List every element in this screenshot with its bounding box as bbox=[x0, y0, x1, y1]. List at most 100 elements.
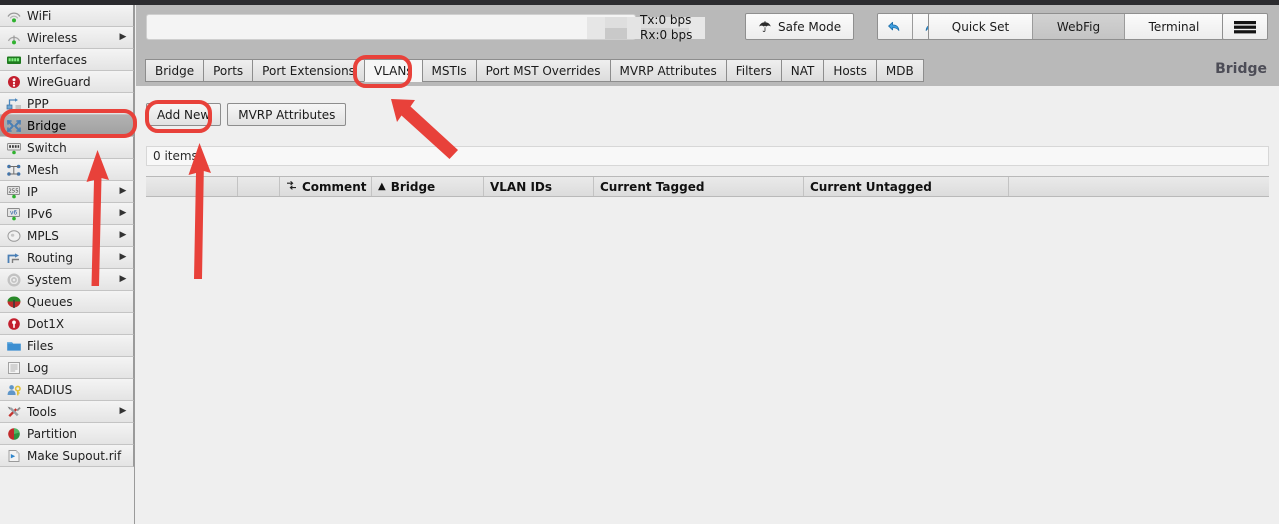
wifi-icon bbox=[5, 8, 22, 23]
sidebar-item-label: PPP bbox=[27, 96, 49, 111]
sidebar-item-label: Mesh bbox=[27, 162, 59, 177]
sidebar-item-ip[interactable]: 255 IP bbox=[0, 181, 134, 203]
table-column-header-vlan-ids[interactable]: VLAN IDs bbox=[484, 177, 594, 196]
sidebar-item-ipv6[interactable]: v6 IPv6 bbox=[0, 203, 134, 225]
switch-icon bbox=[5, 140, 22, 155]
action-toolbar: Add New MVRP Attributes bbox=[146, 103, 347, 126]
add-new-label: Add New bbox=[157, 107, 211, 122]
content-area: Add New MVRP Attributes 0 items Comment ▲… bbox=[136, 86, 1279, 524]
sidebar-item-label: RADIUS bbox=[27, 382, 73, 397]
tab-mdb[interactable]: MDB bbox=[875, 59, 924, 82]
sidebar-item-switch[interactable]: Switch bbox=[0, 137, 134, 159]
tab-vlans[interactable]: VLANs bbox=[363, 59, 422, 82]
sidebar-item-make-supout-rif[interactable]: Make Supout.rif bbox=[0, 445, 134, 467]
sidebar-item-radius[interactable]: RADIUS bbox=[0, 379, 134, 401]
interfaces-icon bbox=[5, 52, 22, 67]
sidebar-item-queues[interactable]: Queues bbox=[0, 291, 134, 313]
quick-set-button[interactable]: Quick Set bbox=[929, 14, 1033, 39]
tab-label: Ports bbox=[213, 63, 244, 78]
sidebar-item-label: Files bbox=[27, 338, 54, 353]
sidebar-item-label: Partition bbox=[27, 426, 78, 441]
table-column-header-spacer-7 bbox=[1009, 177, 1267, 196]
tab-label: Hosts bbox=[833, 63, 867, 78]
webfig-window: WiFi Wireless Interfaces WireGuard PPP Bridge… bbox=[0, 0, 1279, 524]
sidebar-item-routing[interactable]: Routing bbox=[0, 247, 134, 269]
sidebar-item-system[interactable]: System bbox=[0, 269, 134, 291]
ip-icon: 255 bbox=[5, 184, 22, 199]
submenu-chevron-right-icon bbox=[117, 209, 129, 218]
submenu-chevron-right-icon bbox=[117, 231, 129, 240]
safe-mode-group: Safe Mode bbox=[745, 13, 855, 40]
table-column-header-spacer-0 bbox=[146, 177, 238, 196]
tab-nat[interactable]: NAT bbox=[780, 59, 824, 82]
sidebar-item-wifi[interactable]: WiFi bbox=[0, 5, 134, 27]
table-column-header-current-tagged[interactable]: Current Tagged bbox=[594, 177, 804, 196]
svg-text:255: 255 bbox=[8, 188, 18, 194]
sidebar-item-label: Interfaces bbox=[27, 52, 87, 67]
mvrp-attributes-button[interactable]: MVRP Attributes bbox=[227, 103, 347, 126]
files-icon bbox=[5, 338, 22, 353]
undo-icon bbox=[887, 20, 903, 34]
mpls-icon bbox=[5, 228, 22, 243]
sidebar-item-label: Switch bbox=[27, 140, 67, 155]
mode-switch-group: Quick Set WebFig Terminal bbox=[928, 13, 1224, 40]
table-column-header-comment[interactable]: Comment bbox=[280, 177, 372, 196]
table-column-header-label: Bridge bbox=[390, 179, 436, 194]
sidebar-item-label: Tools bbox=[27, 404, 57, 419]
undo-button[interactable] bbox=[878, 14, 913, 39]
tab-filters[interactable]: Filters bbox=[725, 59, 781, 82]
sidebar-item-label: System bbox=[27, 272, 72, 287]
wireguard-icon bbox=[5, 74, 22, 89]
table-column-header-bridge[interactable]: ▲ Bridge bbox=[372, 177, 484, 196]
tab-hosts[interactable]: Hosts bbox=[823, 59, 876, 82]
sidebar-item-label: Bridge bbox=[27, 118, 67, 133]
table-column-header-spacer-1 bbox=[238, 177, 280, 196]
sidebar-item-partition[interactable]: Partition bbox=[0, 423, 134, 445]
sidebar-item-label: WiFi bbox=[27, 8, 52, 23]
submenu-chevron-right-icon bbox=[117, 187, 129, 196]
mesh-icon bbox=[5, 162, 22, 177]
sidebar-item-label: Make Supout.rif bbox=[27, 448, 122, 463]
sidebar-item-ppp[interactable]: PPP bbox=[0, 93, 134, 115]
page-title: Bridge bbox=[1215, 61, 1267, 77]
mvrp-attributes-label: MVRP Attributes bbox=[238, 107, 336, 122]
sidebar-item-dot1x[interactable]: Dot1X bbox=[0, 313, 134, 335]
sidebar-item-mesh[interactable]: Mesh bbox=[0, 159, 134, 181]
svg-text:v6: v6 bbox=[9, 210, 16, 216]
main-menu-group bbox=[1222, 13, 1268, 40]
tab-label: Filters bbox=[735, 63, 772, 78]
tab-port-mst-overrides[interactable]: Port MST Overrides bbox=[475, 59, 610, 82]
sidebar-item-label: MPLS bbox=[27, 228, 59, 243]
sidebar-item-interfaces[interactable]: Interfaces bbox=[0, 49, 134, 71]
submenu-chevron-right-icon bbox=[117, 407, 129, 416]
webfig-button[interactable]: WebFig bbox=[1033, 14, 1125, 39]
safe-mode-button[interactable]: Safe Mode bbox=[746, 14, 854, 39]
sort-ascending-icon: ▲ bbox=[378, 181, 386, 192]
routing-icon bbox=[5, 250, 22, 265]
tab-port-extensions[interactable]: Port Extensions bbox=[252, 59, 364, 82]
hamburger-icon bbox=[1233, 19, 1257, 35]
sidebar-item-bridge[interactable]: Bridge bbox=[0, 115, 134, 137]
tab-bridge[interactable]: Bridge bbox=[145, 59, 204, 82]
items-count-bar: 0 items bbox=[146, 146, 1269, 166]
sidebar-item-wireguard[interactable]: WireGuard bbox=[0, 71, 134, 93]
address-input[interactable] bbox=[146, 14, 705, 40]
sidebar-item-mpls[interactable]: MPLS bbox=[0, 225, 134, 247]
sidebar-item-wireless[interactable]: Wireless bbox=[0, 27, 134, 49]
sidebar-item-log[interactable]: Log bbox=[0, 357, 134, 379]
items-count-label: 0 items bbox=[153, 149, 198, 163]
tab-mstis[interactable]: MSTIs bbox=[421, 59, 476, 82]
tab-mvrp-attributes[interactable]: MVRP Attributes bbox=[609, 59, 726, 82]
bridge-icon bbox=[5, 118, 22, 133]
add-new-button[interactable]: Add New bbox=[146, 103, 222, 126]
tx-rate: Tx:0 bps bbox=[640, 13, 692, 27]
table-column-header-label: Current Untagged bbox=[810, 179, 932, 194]
tab-ports[interactable]: Ports bbox=[203, 59, 253, 82]
sidebar-item-tools[interactable]: Tools bbox=[0, 401, 134, 423]
hamburger-menu-button[interactable] bbox=[1223, 14, 1267, 39]
log-icon bbox=[5, 360, 22, 375]
table-column-header-current-untagged[interactable]: Current Untagged bbox=[804, 177, 1009, 196]
terminal-button[interactable]: Terminal bbox=[1125, 14, 1223, 39]
sidebar-item-files[interactable]: Files bbox=[0, 335, 134, 357]
ipv6-icon: v6 bbox=[5, 206, 22, 221]
